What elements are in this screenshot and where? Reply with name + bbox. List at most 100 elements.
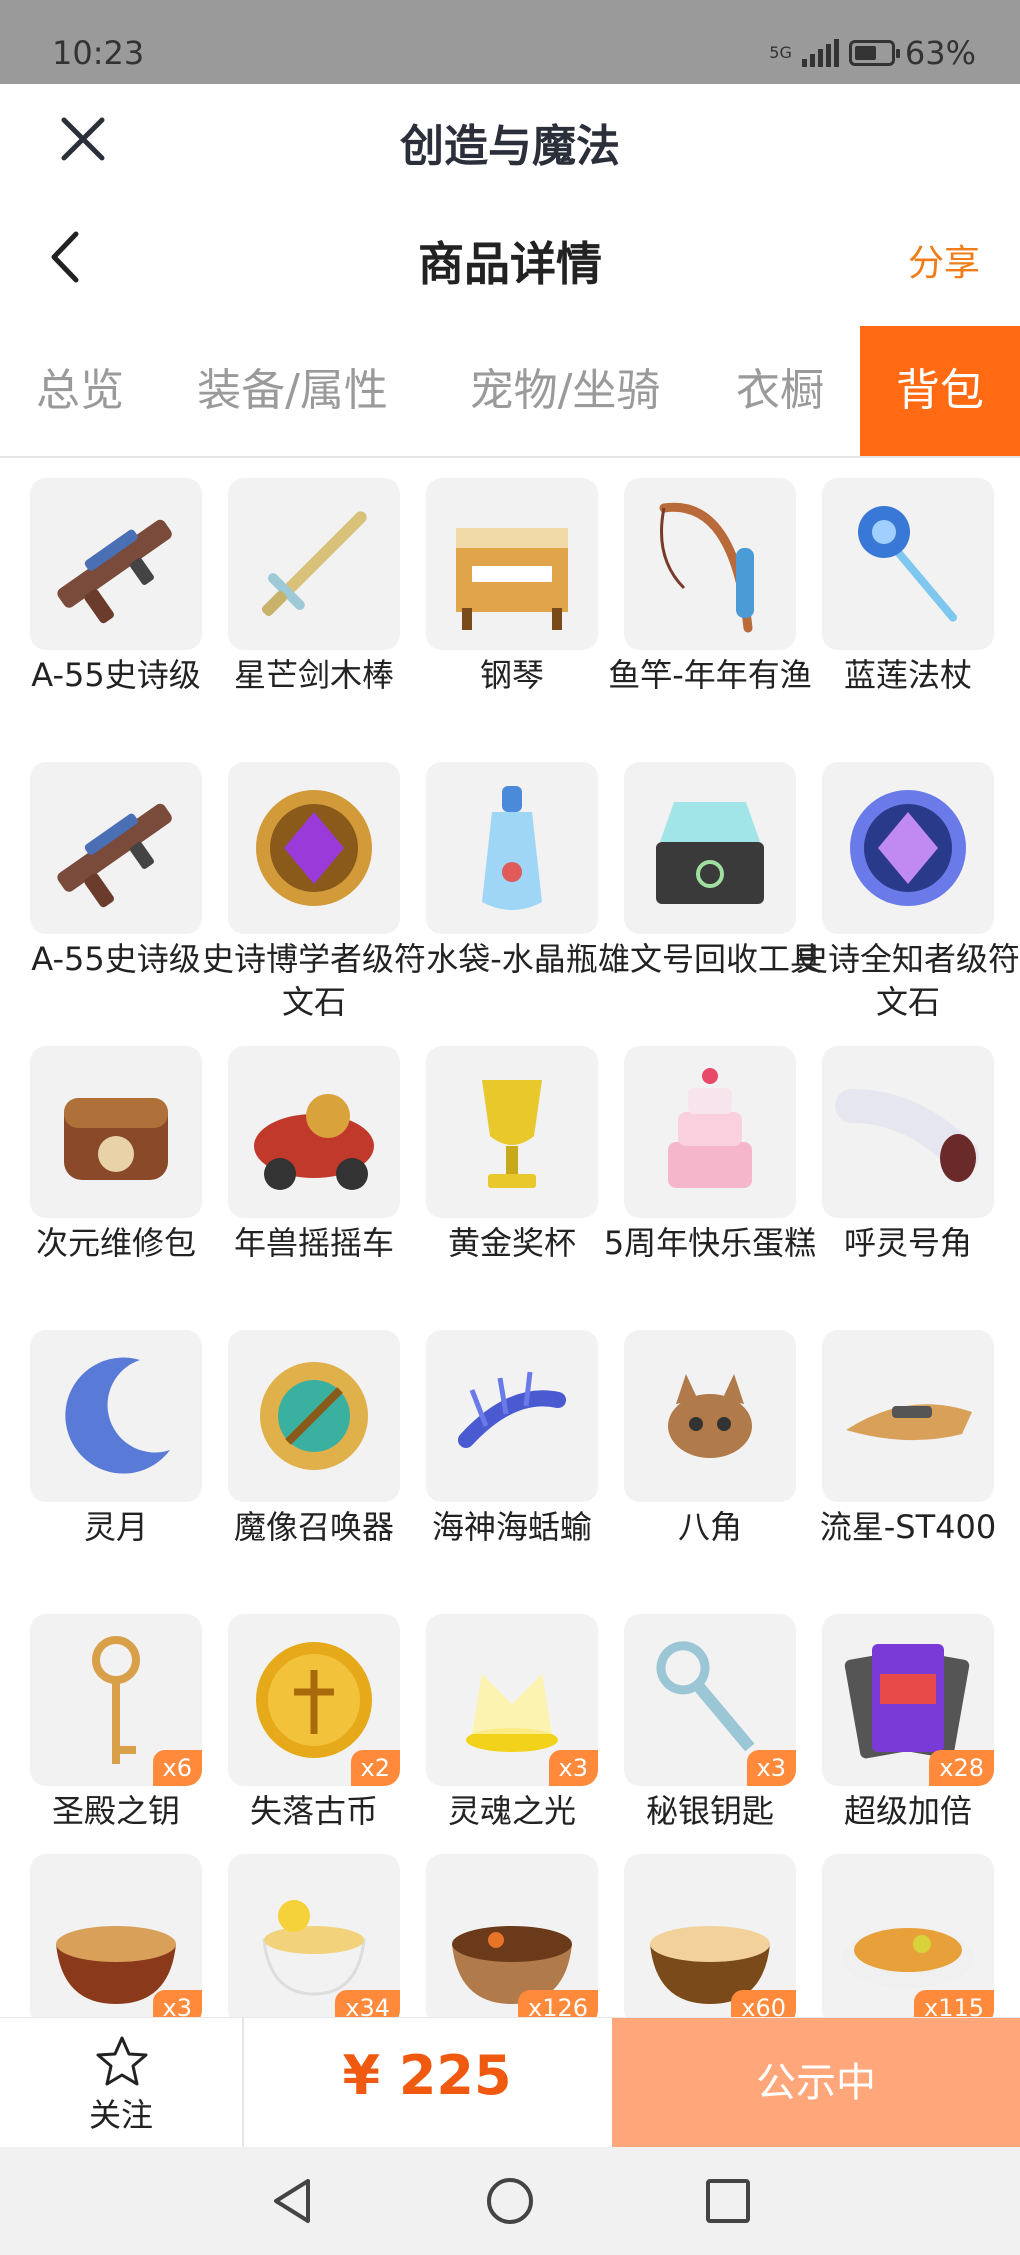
fishing-rod-icon <box>659 502 754 633</box>
backpack-item[interactable]: x28 超级加倍 <box>792 1614 994 1884</box>
quantity-badge: x3 <box>152 1990 202 2018</box>
tab-pets[interactable]: 宠物/坐骑 <box>440 326 690 456</box>
follow-label: 关注 <box>88 2096 153 2134</box>
rune-stone-purple-icon <box>256 790 372 906</box>
rifle-icon <box>57 803 172 908</box>
crystal-bottle-icon <box>482 786 542 910</box>
follow-button[interactable]: 关注 <box>0 2018 244 2148</box>
backpack-item[interactable]: 呼灵号角 <box>792 1046 994 1316</box>
backpack-item[interactable]: x2 失落古币 <box>198 1614 400 1884</box>
tab-overview[interactable]: 总览 <box>0 326 160 456</box>
backpack-item[interactable]: 史诗博学者级符文石 <box>198 762 426 1032</box>
item-thumbnail: x3 <box>624 1614 796 1786</box>
backpack-item[interactable]: 次元维修包 <box>0 1046 202 1316</box>
item-thumbnail <box>228 1046 400 1218</box>
battery-icon <box>848 40 900 66</box>
item-thumbnail <box>624 1046 796 1218</box>
rocking-car-icon <box>254 1094 374 1190</box>
item-name: 蓝莲法杖 <box>843 656 972 694</box>
item-thumbnail <box>624 478 796 650</box>
backpack-item[interactable]: 年兽摇摇车 <box>198 1046 400 1316</box>
backpack-item[interactable]: x3 灵魂之光 <box>396 1614 598 1884</box>
item-thumbnail <box>426 762 598 934</box>
recents-square-icon[interactable] <box>700 2173 756 2229</box>
creature-icon <box>668 1374 752 1458</box>
backpack-item[interactable]: 流星-ST400 <box>792 1330 996 1600</box>
quantity-badge: x3 <box>746 1750 796 1786</box>
item-thumbnail <box>426 478 598 650</box>
backpack-item[interactable]: A-55史诗级 <box>0 762 202 1032</box>
backpack-item[interactable]: 魔像召唤器 <box>198 1330 400 1600</box>
quantity-badge: x115 <box>913 1990 994 2018</box>
backpack-item[interactable]: x6 圣殿之钥 <box>0 1614 202 1884</box>
backpack-item[interactable]: 八角 <box>594 1330 796 1600</box>
item-thumbnail: x28 <box>822 1614 994 1786</box>
moon-icon <box>65 1357 170 1474</box>
cake-icon <box>668 1068 752 1188</box>
staff-icon <box>858 506 957 622</box>
item-thumbnail <box>228 762 400 934</box>
network-type: 5G <box>769 43 792 62</box>
status-bar: 10:23 5G 63% <box>0 0 1020 84</box>
nav-bar: 商品详情 分享 <box>0 190 1020 320</box>
page-title: 商品详情 <box>418 237 602 291</box>
tab-backpack[interactable]: 背包 <box>860 326 1020 456</box>
item-thumbnail <box>426 1330 598 1502</box>
rifle-icon <box>57 519 172 624</box>
item-thumbnail <box>624 762 796 934</box>
backpack-item[interactable]: 海神海蛞蝓 <box>396 1330 598 1600</box>
item-thumbnail <box>822 1046 994 1218</box>
item-thumbnail: x3 <box>426 1614 598 1786</box>
home-circle-icon[interactable] <box>482 2173 538 2229</box>
bottom-bar: 关注 ¥ 225 公示中 <box>0 2017 1020 2148</box>
quantity-badge: x3 <box>548 1750 598 1786</box>
item-thumbnail <box>822 762 994 934</box>
item-thumbnail <box>30 1046 202 1218</box>
share-button[interactable]: 分享 <box>908 234 980 286</box>
item-thumbnail <box>624 1330 796 1502</box>
backpack-item[interactable]: x3 <box>0 1854 202 2018</box>
item-thumbnail: x60 <box>624 1854 796 2018</box>
golem-summoner-icon <box>260 1362 368 1470</box>
tab-equipment[interactable]: 装备/属性 <box>170 326 415 456</box>
back-triangle-icon[interactable] <box>264 2173 320 2229</box>
quantity-badge: x6 <box>152 1750 202 1786</box>
tab-wardrobe[interactable]: 衣橱 <box>710 326 850 456</box>
status-indicators: 5G 63% <box>769 34 976 72</box>
backpack-item[interactable]: x60 <box>594 1854 796 2018</box>
listing-status-button[interactable]: 公示中 <box>612 2018 1020 2148</box>
item-thumbnail <box>30 1330 202 1502</box>
backpack-item[interactable]: 灵月 <box>0 1330 202 1600</box>
item-name: 呼灵号角 <box>843 1224 972 1262</box>
quantity-badge: x2 <box>350 1750 400 1786</box>
backpack-item[interactable]: 雄文号回收工具 <box>594 762 822 1032</box>
backpack-item[interactable]: 鱼竿-年年有渔 <box>594 478 812 748</box>
item-thumbnail: x34 <box>228 1854 400 2018</box>
backpack-item[interactable]: 蓝莲法杖 <box>792 478 994 748</box>
backpack-item[interactable]: x115 <box>792 1854 994 2018</box>
item-name: 超级加倍 <box>843 1792 972 1830</box>
backpack-item[interactable]: A-55史诗级 <box>0 478 202 748</box>
backpack-item[interactable]: x126 <box>396 1854 598 2018</box>
item-thumbnail <box>30 762 202 934</box>
item-thumbnail: x115 <box>822 1854 994 2018</box>
backpack-item[interactable]: x3 秘银钥匙 <box>594 1614 796 1884</box>
backpack-item[interactable]: x34 <box>198 1854 400 2018</box>
rune-stone-blue-icon <box>850 790 966 906</box>
item-grid: A-55史诗级 星芒剑木棒 钢琴 鱼竿-年年有渔 蓝莲法杖 A-55史诗级 史诗博学者级符文… <box>0 478 1020 2018</box>
backpack-item[interactable]: 水袋-水晶瓶 <box>396 762 598 1032</box>
backpack-item[interactable]: 5周年快乐蛋糕 <box>594 1046 816 1316</box>
backpack-item[interactable]: 黄金奖杯 <box>396 1046 598 1316</box>
backpack-item[interactable]: 星芒剑木棒 <box>198 478 400 748</box>
hover-bike-icon <box>846 1404 972 1441</box>
recycle-box-icon <box>656 802 764 904</box>
tab-bar: 总览 装备/属性 宠物/坐骑 衣橱 背包 <box>0 326 1020 458</box>
backpack-item[interactable]: 史诗全知者级符文石 <box>792 762 1020 1032</box>
trophy-icon <box>482 1080 542 1188</box>
item-thumbnail: x6 <box>30 1614 202 1786</box>
app-title: 创造与魔法 <box>400 121 620 172</box>
quantity-badge: x34 <box>335 1990 400 2018</box>
item-name: 史诗全知者级符文石 <box>795 940 1020 1021</box>
item-thumbnail <box>228 478 400 650</box>
backpack-item[interactable]: 钢琴 <box>396 478 598 748</box>
